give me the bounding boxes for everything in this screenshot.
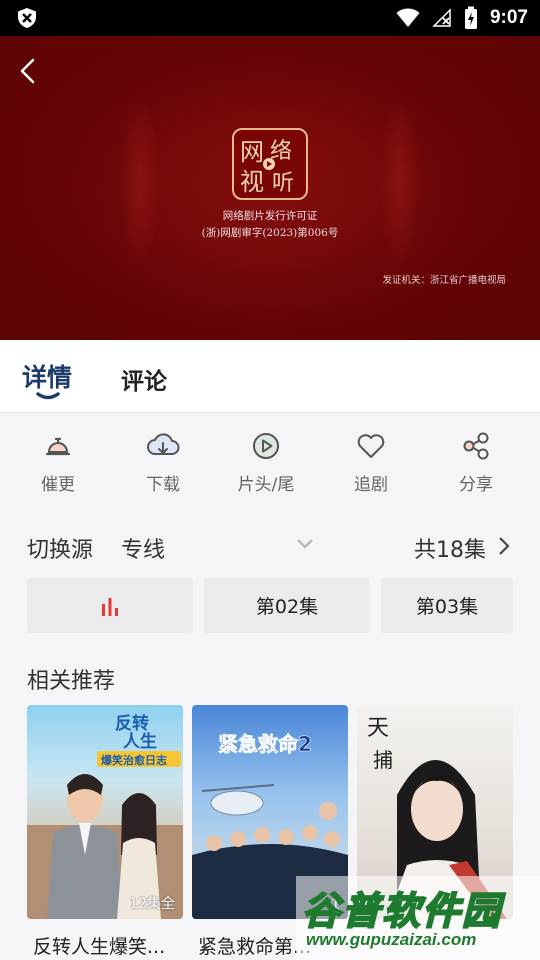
svg-text:捕: 捕 — [373, 748, 393, 772]
remind-update-button[interactable]: 催更 — [18, 430, 98, 495]
play-circle-icon — [253, 433, 279, 459]
follow-drama-button[interactable]: 追剧 — [331, 430, 411, 495]
intro-outro-button[interactable]: 片头/尾 — [226, 430, 306, 495]
svg-text:天: 天 — [367, 716, 389, 741]
episode-list: 第02集 第03集 — [0, 578, 540, 634]
download-button[interactable]: 下载 — [123, 430, 203, 495]
video-player[interactable]: 网 络 视 听 网络剧片发行许可证 (浙)网剧审字(2023)第006号 发证机… — [0, 36, 540, 340]
svg-text:网: 网 — [240, 138, 264, 166]
share-button[interactable]: 分享 — [436, 430, 516, 495]
source-row: 切换源 专线 共18集 — [0, 524, 540, 568]
episode-03[interactable]: 第03集 — [381, 578, 513, 633]
tab-active-indicator — [36, 392, 60, 400]
svg-text:视: 视 — [240, 168, 264, 196]
chevron-right-icon[interactable] — [498, 536, 510, 556]
remind-update-label: 催更 — [41, 475, 75, 495]
shield-icon — [18, 8, 36, 28]
related-card-1-title[interactable]: 反转人生爆笑... — [33, 932, 189, 959]
download-label: 下载 — [146, 475, 180, 495]
cloud-download-icon — [147, 433, 180, 455]
chevron-down-icon[interactable] — [296, 538, 314, 550]
back-arrow-icon[interactable] — [14, 54, 44, 88]
share-icon — [463, 432, 489, 460]
bell-icon — [45, 437, 71, 456]
poster-image: 反转 人生 爆笑治愈日志 — [27, 713, 183, 919]
watermark-url: www.gupuzaizai.com — [306, 930, 477, 949]
episode-tag: 12集全 — [129, 896, 175, 912]
action-row: 催更 下载 片头/尾 追剧 分享 — [0, 414, 540, 510]
license-line-2: (浙)网剧审字(2023)第006号 — [201, 227, 339, 239]
episode-count[interactable]: 共18集 — [414, 532, 486, 564]
follow-drama-label: 追剧 — [354, 475, 388, 495]
share-label: 分享 — [459, 475, 493, 495]
intro-outro-label: 片头/尾 — [237, 475, 295, 495]
watermark-logo-text: 谷普软件园 — [301, 888, 503, 934]
tab-details[interactable]: 详情 — [22, 358, 72, 394]
svg-text:听: 听 — [272, 171, 294, 196]
heart-icon — [357, 434, 385, 458]
episode-02[interactable]: 第02集 — [204, 578, 370, 633]
equalizer-icon — [102, 597, 118, 616]
wifi-icon — [396, 8, 420, 27]
svg-text:爆笑治愈日志: 爆笑治愈日志 — [101, 753, 167, 767]
battery-charging-icon — [464, 6, 477, 29]
license-issuer: 发证机关：浙江省广播电视局 — [382, 275, 506, 286]
no-signal-icon — [432, 8, 451, 27]
svg-text:人生: 人生 — [123, 731, 157, 752]
site-watermark: 谷普软件园 www.gupuzaizai.com — [296, 876, 540, 960]
related-title: 相关推荐 — [27, 669, 116, 694]
episode-01-playing[interactable] — [27, 578, 193, 633]
status-bar: 9:07 — [0, 0, 540, 36]
license-line-1: 网络剧片发行许可证 — [222, 210, 318, 222]
tab-comments[interactable]: 评论 — [121, 362, 167, 396]
switch-source-label: 切换源 — [27, 538, 94, 563]
related-card-1[interactable]: 反转 人生 爆笑治愈日志 12集全 — [27, 705, 183, 919]
source-selector[interactable]: 专线 — [121, 532, 165, 564]
tab-bar: 详情 评论 — [0, 340, 540, 413]
svg-text:紧急救命2: 紧急救命2 — [218, 732, 312, 756]
network-av-seal-logo: 网 络 视 听 — [232, 128, 308, 200]
svg-text:反转: 反转 — [115, 713, 149, 734]
status-time: 9:07 — [489, 7, 528, 28]
